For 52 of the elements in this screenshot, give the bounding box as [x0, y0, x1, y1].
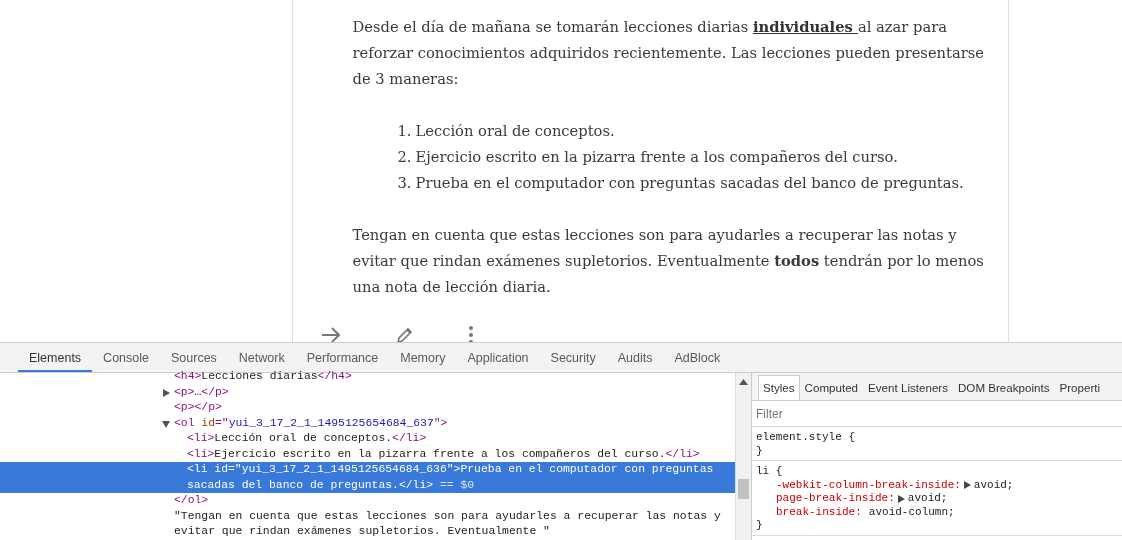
dom-node-line[interactable]: <p>…</p> [0, 384, 735, 400]
pencil-icon[interactable] [395, 326, 414, 342]
devtools-tab[interactable]: Elements [18, 343, 93, 372]
css-value[interactable]: avoid; [973, 478, 1014, 492]
dom-node-line[interactable]: "Tengan en cuenta que estas lecciones son para ayudarles a recuperar las notas y evitar que rindan exámenes supletorios. Eventualmente " [0, 508, 735, 540]
css-selector: element.style { [756, 431, 857, 445]
devtools-tab[interactable]: Audits [606, 343, 664, 372]
dom-node-line[interactable]: <h4>Lecciones diarias</h4> [0, 369, 735, 385]
devtools-tab[interactable]: Sources [160, 343, 228, 372]
dom-node-line[interactable]: <ol id="yui_3_17_2_1_1495125654684_637"> [0, 415, 735, 431]
css-brace: } [756, 444, 764, 458]
dom-node-line[interactable]: <li>Lección oral de conceptos.</li> [0, 431, 735, 447]
expand-triangle-icon[interactable] [897, 494, 905, 503]
sidebar-tab[interactable]: Styles [758, 375, 800, 400]
scrollbar[interactable] [735, 373, 751, 540]
css-property[interactable]: page-break-inside: [776, 492, 895, 506]
sidebar-tab[interactable]: DOM Breakpoints [953, 375, 1055, 400]
css-brace: } [756, 519, 764, 533]
dom-node-line[interactable]: </ol> [0, 493, 735, 509]
sidebar-tab[interactable]: Properti [1054, 375, 1106, 400]
dom-node-line[interactable]: <li>Ejercicio escrito en la pizarra frente a los compañeros del curso.</li> [0, 446, 735, 462]
list-item: Prueba en el computador con preguntas sacadas del banco de preguntas. [415, 173, 964, 193]
expanded-triangle-icon[interactable] [162, 419, 170, 428]
scrollbar-thumb[interactable] [738, 479, 749, 499]
expand-triangle-icon[interactable] [963, 481, 971, 490]
arrow-icon[interactable] [320, 327, 341, 342]
css-property[interactable]: -webkit-column-break-inside: [776, 478, 961, 492]
collapsed-triangle-icon[interactable] [162, 388, 170, 397]
more-options-icon[interactable] [468, 326, 473, 342]
sidebar-tab[interactable]: Computed [799, 375, 864, 400]
scroll-up-icon[interactable] [739, 379, 748, 385]
list-item: Ejercicio escrito en la pizarra frente a los compañeros del curso. [415, 147, 898, 167]
list-number: 3. [396, 173, 412, 193]
devtools-tab[interactable]: Network [227, 343, 296, 372]
paragraph: Tengan en cuenta que estas lecciones son para ayudarles a recuperar las notas y evitar que rindan exámenes supletorios. Eventualmente todos tendrán por lo menos una nota de lección diaria. [352, 225, 985, 297]
list-number: 2. [396, 147, 412, 167]
devtools-tab[interactable]: Console [92, 343, 160, 372]
devtools-tab[interactable]: Performance [295, 343, 390, 372]
link[interactable]: individuales [752, 18, 858, 35]
devtools-tab[interactable]: Application [456, 343, 540, 372]
devtools-tab[interactable]: Security [539, 343, 607, 372]
devtools-tab[interactable]: AdBlock [663, 343, 732, 372]
css-property[interactable]: break-inside: [776, 505, 862, 519]
css-value[interactable]: avoid-column; [868, 505, 955, 519]
css-value[interactable]: avoid; [907, 492, 948, 506]
list-item: Lección oral de conceptos. [415, 121, 615, 141]
sidebar-tab[interactable]: Event Listeners [863, 375, 953, 400]
list-number: 1. [396, 121, 412, 141]
devtools-tab[interactable]: Memory [389, 343, 457, 372]
css-selector: li { [756, 465, 784, 479]
dom-node-line[interactable]: <p></p> [0, 400, 735, 416]
paragraph: Desde el día de mañana se tomarán lecciones diarias individuales al azar para reforzar conocimientos adquiridos recientemente. Las lecciones pueden presentarse de 3 maneras: [352, 17, 985, 89]
